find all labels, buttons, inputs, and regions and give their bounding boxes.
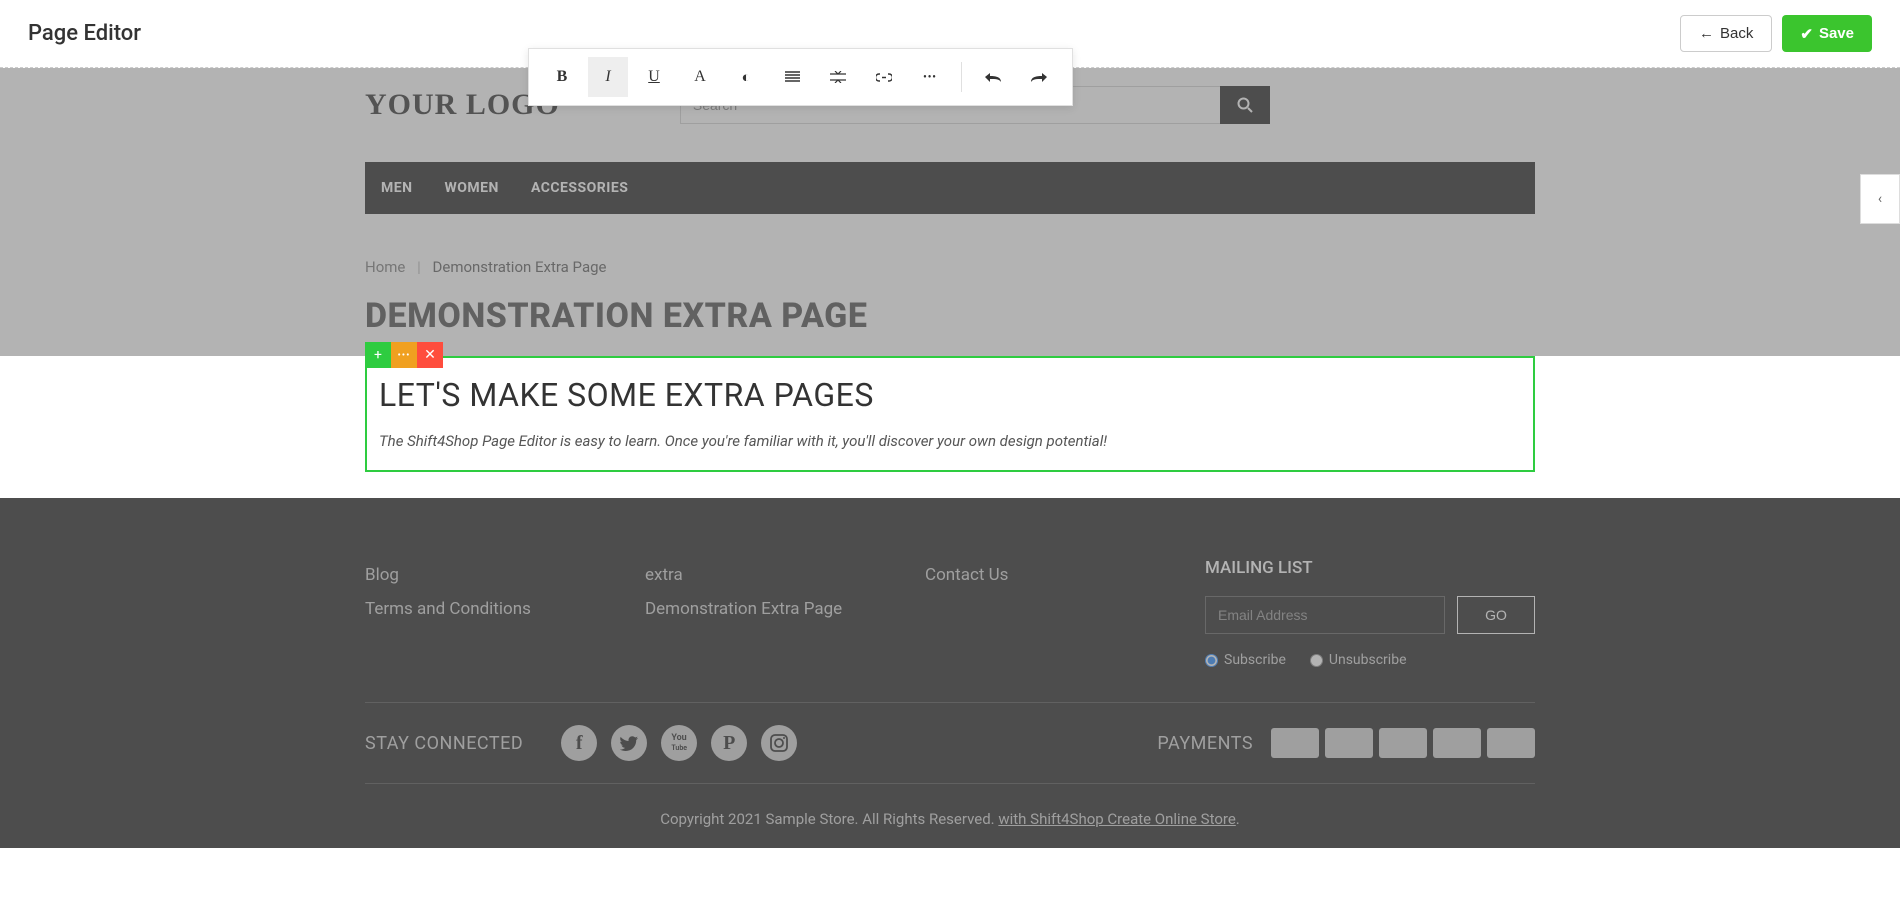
footer-link-demo[interactable]: Demonstration Extra Page — [645, 592, 865, 626]
footer-col-1: Blog Terms and Conditions — [365, 558, 585, 668]
link-button[interactable] — [864, 57, 904, 97]
block-more-button[interactable]: ••• — [391, 342, 417, 368]
bold-button[interactable]: B — [542, 57, 582, 97]
pinterest-icon[interactable]: P — [711, 725, 747, 761]
editor-buttons: ← Back ✔ Save — [1680, 15, 1872, 52]
social-icons: f YouTube P — [561, 725, 797, 761]
align-button[interactable] — [772, 57, 812, 97]
payments-label: PAYMENTS — [1157, 733, 1253, 754]
bold-icon: B — [557, 68, 568, 86]
format-toolbar: B I U A ◐ ••• — [528, 48, 1073, 106]
breadcrumb-home[interactable]: Home — [365, 258, 405, 276]
footer-col-2: extra Demonstration Extra Page — [645, 558, 865, 668]
contrast-icon: ◐ — [741, 68, 750, 86]
italic-button[interactable]: I — [588, 57, 628, 97]
credit-link[interactable]: with Shift4Shop Create Online Store — [998, 810, 1235, 828]
side-panel-toggle[interactable]: ‹ — [1860, 174, 1900, 224]
close-icon: ✕ — [424, 347, 436, 363]
mastercard-badge — [1379, 728, 1427, 758]
arrow-left-icon: ← — [1699, 25, 1714, 42]
editor-title: Page Editor — [28, 21, 141, 46]
footer-mailing: MAILING LIST GO Subscribe Unsubscribe — [1205, 558, 1535, 668]
align-icon — [785, 71, 800, 83]
dots-icon: ••• — [397, 350, 410, 361]
footer-link-terms[interactable]: Terms and Conditions — [365, 592, 585, 626]
footer-copyright: Copyright 2021 Sample Store. All Rights … — [365, 784, 1535, 828]
unsubscribe-radio[interactable]: Unsubscribe — [1310, 652, 1407, 668]
footer-dimmed: Blog Terms and Conditions extra Demonstr… — [0, 498, 1900, 848]
page-title: DEMONSTRATION EXTRA PAGE — [365, 296, 1535, 336]
footer: Blog Terms and Conditions extra Demonstr… — [0, 498, 1900, 848]
content-paragraph[interactable]: The Shift4Shop Page Editor is easy to le… — [379, 432, 1521, 450]
font-icon: A — [694, 68, 706, 86]
nav-item-accessories[interactable]: ACCESSORIES — [515, 180, 644, 196]
save-button[interactable]: ✔ Save — [1782, 15, 1872, 52]
visa-badge — [1271, 728, 1319, 758]
nav-item-women[interactable]: WOMEN — [429, 180, 515, 196]
more-button[interactable]: ••• — [910, 57, 950, 97]
save-label: Save — [1819, 25, 1854, 42]
contrast-button[interactable]: ◐ — [726, 57, 766, 97]
search-icon — [1237, 97, 1253, 113]
breadcrumb-sep: | — [417, 258, 421, 276]
footer-link-contact[interactable]: Contact Us — [925, 558, 1145, 592]
more-icon: ••• — [923, 72, 937, 83]
underline-icon: U — [648, 68, 660, 86]
undo-icon — [984, 72, 1002, 82]
spacer — [0, 472, 1900, 498]
plus-icon: + — [374, 347, 382, 363]
check-icon: ✔ — [1800, 25, 1813, 43]
go-button[interactable]: GO — [1457, 596, 1535, 634]
chevron-left-icon: ‹ — [1878, 191, 1882, 207]
content-edit-area[interactable]: LET'S MAKE SOME EXTRA PAGES The Shift4Sh… — [365, 356, 1535, 472]
redo-button[interactable] — [1019, 57, 1059, 97]
toolbar-separator — [961, 62, 962, 92]
block-close-button[interactable]: ✕ — [417, 342, 443, 368]
subscribe-radio[interactable]: Subscribe — [1205, 652, 1286, 668]
italic-icon: I — [605, 68, 610, 86]
facebook-icon[interactable]: f — [561, 725, 597, 761]
twitter-icon[interactable] — [611, 725, 647, 761]
block-add-button[interactable]: + — [365, 342, 391, 368]
back-label: Back — [1720, 25, 1753, 42]
breadcrumb-current: Demonstration Extra Page — [433, 258, 607, 276]
footer-link-extra[interactable]: extra — [645, 558, 865, 592]
preview-area: B I U A ◐ ••• YOUR LOGO — [0, 68, 1900, 848]
footer-link-blog[interactable]: Blog — [365, 558, 585, 592]
back-button[interactable]: ← Back — [1680, 15, 1772, 52]
edit-block-wrap: + ••• ✕ LET'S MAKE SOME EXTRA PAGES The … — [0, 356, 1900, 472]
search-button[interactable] — [1220, 86, 1270, 124]
mailing-title: MAILING LIST — [1205, 558, 1535, 578]
stay-connected-label: STAY CONNECTED — [365, 733, 523, 754]
youtube-icon[interactable]: YouTube — [661, 725, 697, 761]
instagram-icon[interactable] — [761, 725, 797, 761]
discover-badge — [1433, 728, 1481, 758]
breadcrumb: Home | Demonstration Extra Page — [365, 258, 1535, 276]
nav-item-men[interactable]: MEN — [365, 180, 429, 196]
block-controls: + ••• ✕ — [365, 342, 443, 368]
footer-col-3: Contact Us — [925, 558, 1145, 668]
nav-bar: MEN WOMEN ACCESSORIES — [365, 162, 1535, 214]
underline-button[interactable]: U — [634, 57, 674, 97]
redo-icon — [1030, 72, 1048, 82]
undo-button[interactable] — [973, 57, 1013, 97]
content-heading[interactable]: LET'S MAKE SOME EXTRA PAGES — [379, 376, 1521, 414]
link-icon — [876, 73, 892, 82]
email-input[interactable] — [1205, 596, 1445, 634]
payment-badges — [1271, 728, 1535, 758]
font-button[interactable]: A — [680, 57, 720, 97]
store-header-dimmed: YOUR LOGO MEN WOMEN ACCESSORIES — [0, 68, 1900, 356]
paypal-badge — [1325, 728, 1373, 758]
amex-badge — [1487, 728, 1535, 758]
line-height-icon — [830, 71, 846, 83]
line-height-button[interactable] — [818, 57, 858, 97]
